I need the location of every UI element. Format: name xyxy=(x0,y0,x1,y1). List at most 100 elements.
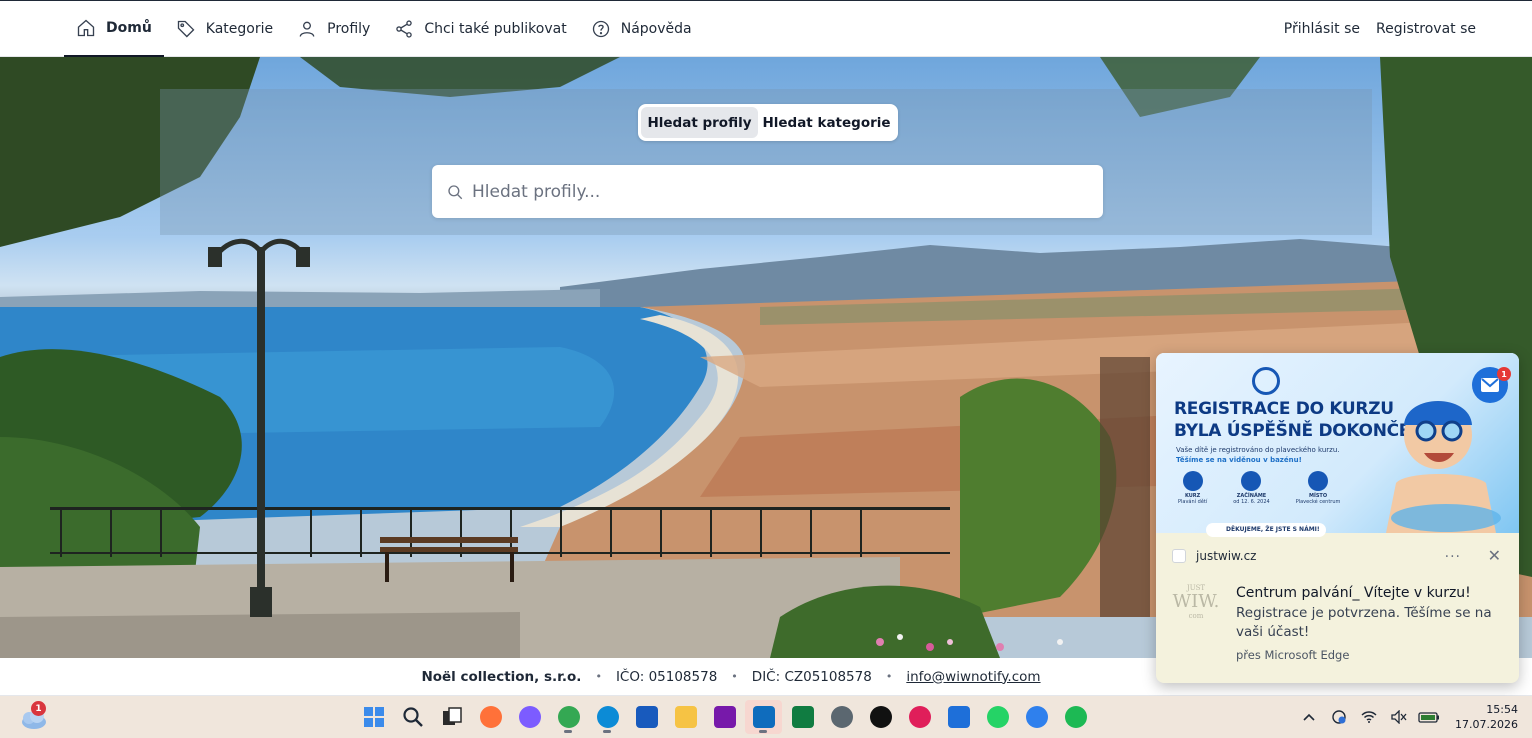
explorer-taskbar-button[interactable] xyxy=(667,700,704,734)
sender-logo-main: WIW. xyxy=(1172,591,1220,612)
nav-item-help[interactable]: Nápověda xyxy=(579,1,704,57)
copilot-icon xyxy=(518,706,541,728)
home-icon xyxy=(77,19,95,37)
slack-icon xyxy=(908,706,931,728)
company-name: Noël collection, s.r.o. xyxy=(421,668,582,685)
banner-info-sub: od 12. 6. 2024 xyxy=(1233,499,1270,505)
banner-info-icons: KURZ Plavání dětí ZAČÍNÁME od 12. 6. 202… xyxy=(1178,471,1340,505)
system-tray: 15:54 17.07.2026 xyxy=(1297,696,1532,738)
banner-info-item: KURZ Plavání dětí xyxy=(1178,471,1207,505)
banner-subtitle-text: Vaše dítě je registrováno do plaveckého … xyxy=(1176,446,1340,454)
task-view-taskbar-button[interactable] xyxy=(433,700,470,734)
search-input[interactable] xyxy=(472,181,1072,202)
notification-header: justwiw.cz xyxy=(1156,539,1519,573)
search-taskbar-button[interactable] xyxy=(394,700,431,734)
banner-subtitle-highlight: Těšíme se na viděnou v bazénu! xyxy=(1176,456,1302,464)
nav-item-label: Domů xyxy=(106,20,152,36)
chatgpt-icon xyxy=(869,706,892,728)
whatsapp-taskbar-button[interactable] xyxy=(979,700,1016,734)
search-profiles-tab[interactable]: Hledat profily xyxy=(641,107,758,138)
outlook-taskbar-button[interactable] xyxy=(745,700,782,734)
swimmer-kid-illustration xyxy=(1386,401,1501,533)
chatgpt-taskbar-button[interactable] xyxy=(862,700,899,734)
register-link[interactable]: Registrovat se xyxy=(1376,21,1476,37)
start-taskbar-button[interactable] xyxy=(355,700,392,734)
chrome-icon xyxy=(557,706,580,728)
share-icon xyxy=(396,20,413,38)
excel-taskbar-button[interactable] xyxy=(784,700,821,734)
sender-logo: JUST WIW. com xyxy=(1170,583,1222,643)
banner-info-sub: Plavání dětí xyxy=(1178,499,1208,505)
vpn-shield-icon[interactable] xyxy=(1327,705,1351,729)
more-options-button[interactable]: ··· xyxy=(1445,549,1461,565)
onenote-icon xyxy=(713,706,736,728)
edge-icon xyxy=(596,706,619,728)
search-mode-toggle: Hledat profily Hledat kategorie xyxy=(638,104,898,141)
slack-taskbar-button[interactable] xyxy=(901,700,938,734)
whatsapp-icon xyxy=(986,706,1009,728)
banner-thanks-pill: DĚKUJEME, ŽE JSTE S NÁMI! xyxy=(1206,523,1326,537)
spotify-icon xyxy=(1064,706,1087,728)
banner-info-item: MÍSTO Plavecké centrum xyxy=(1295,471,1341,505)
mail-badge: 1 xyxy=(1497,367,1511,381)
settings-icon xyxy=(830,706,853,728)
word-icon xyxy=(635,706,658,728)
search-categories-tab[interactable]: Hledat kategorie xyxy=(758,107,895,138)
calendar-icon xyxy=(1182,471,1203,491)
banner-info-item: ZAČÍNÁME od 12. 6. 2024 xyxy=(1233,471,1270,505)
firefox-taskbar-button[interactable] xyxy=(472,700,509,734)
running-indicator xyxy=(759,730,767,733)
chevron-up-icon[interactable] xyxy=(1297,705,1321,729)
start-icon xyxy=(363,706,385,728)
running-indicator xyxy=(564,730,572,733)
weather-badge: 1 xyxy=(31,701,46,716)
notification-banner-image: REGISTRACE DO KURZU BYLA ÚSPĚŠNĚ DOKONČE… xyxy=(1156,353,1519,537)
browser-notification-toast[interactable]: REGISTRACE DO KURZU BYLA ÚSPĚŠNĚ DOKONČE… xyxy=(1156,353,1519,683)
excel-icon xyxy=(791,706,814,728)
company-ico: IČO: 05108578 xyxy=(615,668,718,685)
outlook-icon xyxy=(752,706,775,728)
battery-icon[interactable] xyxy=(1417,705,1441,729)
windows-taskbar: 1 15:54 17.07.2026 xyxy=(0,696,1532,738)
nav-item-categories[interactable]: Kategorie xyxy=(164,1,285,57)
system-clock[interactable]: 15:54 17.07.2026 xyxy=(1455,702,1518,732)
help-icon xyxy=(592,20,609,38)
footer-separator: • xyxy=(885,670,893,683)
nav-item-publish[interactable]: Chci také publikovat xyxy=(382,1,578,57)
top-navbar: Domů Kategorie Profily Chci také publiko… xyxy=(0,0,1532,57)
firefox-icon xyxy=(479,706,502,728)
nav-item-home[interactable]: Domů xyxy=(64,1,164,57)
clock-date: 17.07.2026 xyxy=(1455,718,1518,731)
outlook-new-taskbar-button[interactable] xyxy=(940,700,977,734)
nav-item-profiles[interactable]: Profily xyxy=(285,1,382,57)
maps-taskbar-button[interactable] xyxy=(1018,700,1055,734)
user-icon xyxy=(299,21,315,37)
chrome-taskbar-button[interactable] xyxy=(550,700,587,734)
onenote-taskbar-button[interactable] xyxy=(706,700,743,734)
clock-time: 15:54 xyxy=(1486,703,1518,716)
search-icon xyxy=(402,706,424,728)
sender-logo-bottom: com xyxy=(1188,612,1204,620)
close-notification-button[interactable]: ✕ xyxy=(1488,546,1501,565)
search-icon xyxy=(448,184,463,199)
banner-info-sub: Plavecké centrum xyxy=(1295,499,1341,505)
explorer-icon xyxy=(674,706,697,728)
edge-taskbar-button[interactable] xyxy=(589,700,626,734)
copilot-taskbar-button[interactable] xyxy=(511,700,548,734)
volume-muted-icon[interactable] xyxy=(1387,705,1411,729)
nav-item-label: Profily xyxy=(327,21,371,37)
notification-title: Centrum palvání_ Vítejte v kurzu! xyxy=(1236,585,1471,601)
nav-item-label: Kategorie xyxy=(205,21,274,37)
taskbar-apps xyxy=(355,700,1094,734)
notification-source: přes Microsoft Edge xyxy=(1236,648,1350,662)
contact-email-link[interactable]: info@wiwnotify.com xyxy=(906,669,1040,685)
settings-taskbar-button[interactable] xyxy=(823,700,860,734)
outlook-new-icon xyxy=(947,706,970,728)
word-taskbar-button[interactable] xyxy=(628,700,665,734)
wifi-icon[interactable] xyxy=(1357,705,1381,729)
search-box xyxy=(432,165,1103,218)
building-icon xyxy=(1308,471,1329,491)
spotify-taskbar-button[interactable] xyxy=(1057,700,1094,734)
login-link[interactable]: Přihlásit se xyxy=(1284,21,1360,37)
clock-icon xyxy=(1241,471,1262,491)
